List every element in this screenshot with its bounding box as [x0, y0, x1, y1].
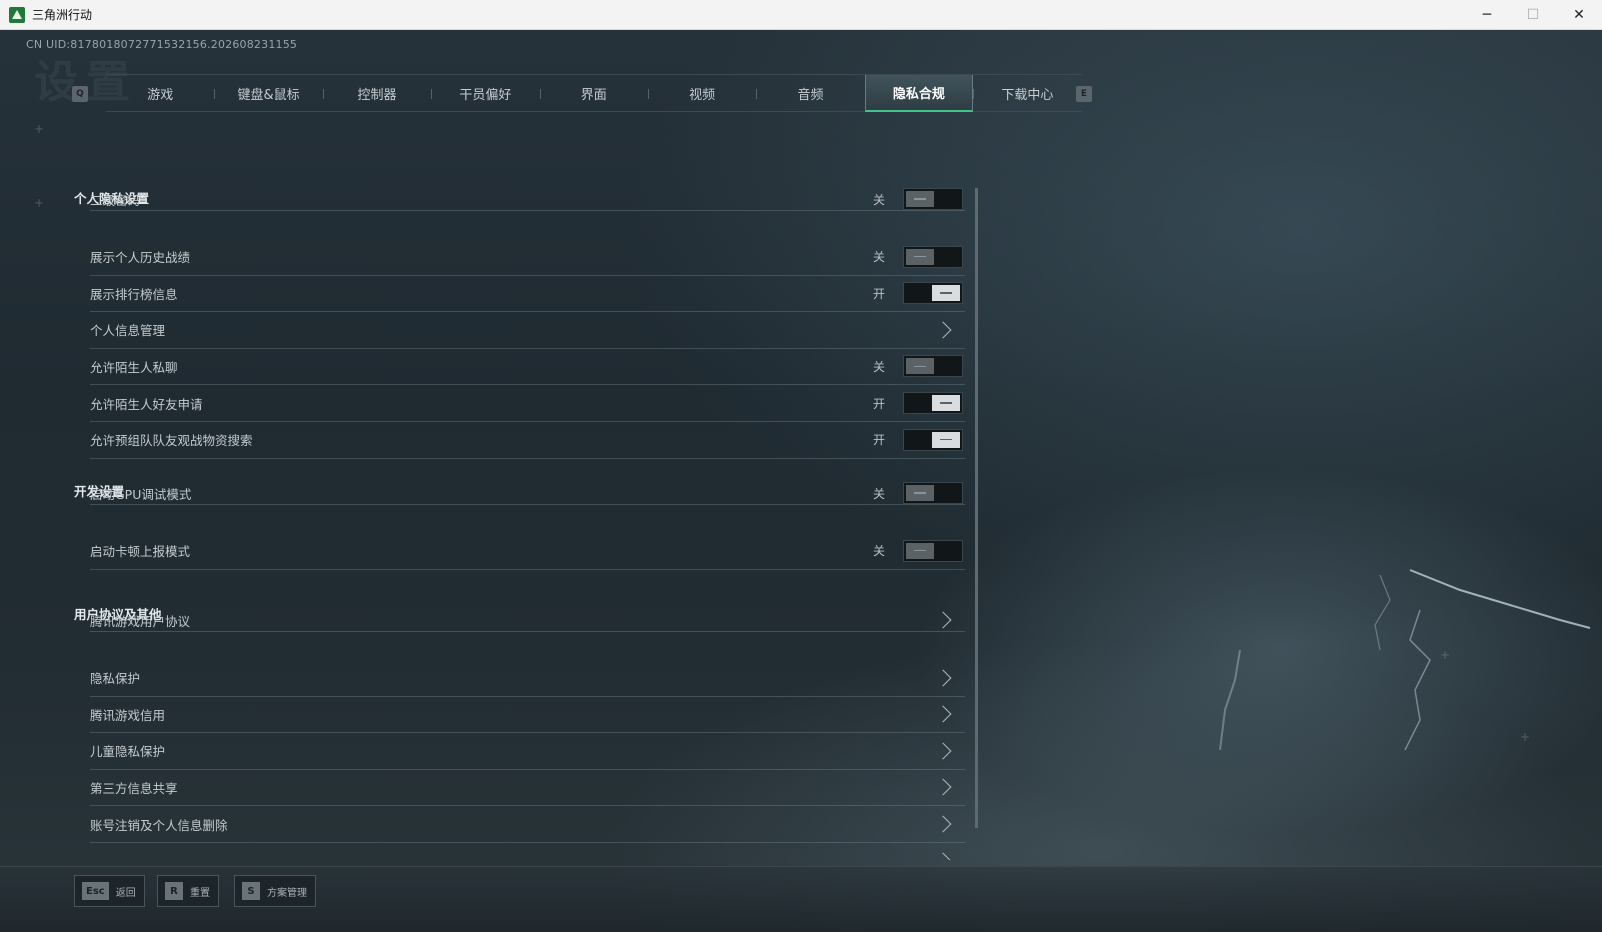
setting-row[interactable]: 腾讯游戏用户协议 [90, 609, 965, 632]
prev-tab-key[interactable]: Q [72, 86, 88, 102]
settings-panel: 个人隐私设置 二级密码关展示个人历史战绩关展示排行榜信息开个人信息管理 允许陌生人私… [70, 150, 966, 860]
close-button[interactable]: ✕ [1556, 0, 1602, 30]
minimize-button[interactable]: ─ [1464, 0, 1510, 30]
hint-key: Esc [82, 882, 109, 900]
window-controls: ─ ☐ ✕ [1464, 0, 1602, 30]
window-title: 三角洲行动 [32, 8, 93, 22]
setting-row: 展示排行榜信息 开 [90, 275, 965, 313]
toggle-knob [906, 191, 934, 207]
setting-label: 展示排行榜信息 [90, 286, 178, 302]
tab-0[interactable]: 游戏 [106, 75, 214, 112]
setting-label: 第三方信息共享 [90, 780, 178, 796]
bottom-hint-bar: Esc 返回 R 重置 S 方案管理 [0, 866, 1602, 932]
hint-reset-button[interactable]: R 重置 [157, 875, 219, 907]
maximize-button[interactable]: ☐ [1510, 0, 1556, 30]
toggle-state-label: 开 [872, 286, 885, 301]
tab-6[interactable]: 音频 [756, 75, 864, 112]
chevron-right-icon [934, 321, 952, 339]
setting-row: 二级密码 关 [90, 188, 965, 211]
setting-label: 启动GPU调试模式 [90, 486, 192, 502]
setting-label: 二级密码 [90, 192, 141, 208]
hint-preset-button[interactable]: S 方案管理 [234, 875, 316, 907]
setting-label: 启动卡顿上报模式 [90, 544, 191, 560]
toggle-knob [906, 542, 934, 559]
setting-label: 腾讯游戏信用 [90, 707, 166, 723]
tab-4[interactable]: 界面 [539, 75, 648, 112]
toggle-state-label: 开 [872, 433, 885, 448]
toggle-switch[interactable] [903, 355, 963, 378]
toggle-switch[interactable] [903, 392, 963, 414]
setting-label: 允许陌生人好友申请 [90, 396, 203, 412]
setting-row: 启动GPU调试模式 关 [90, 482, 965, 505]
setting-row[interactable]: 账号注销及个人信息删除 [90, 806, 965, 843]
next-tab-key[interactable]: E [1076, 86, 1092, 102]
toggle-knob [932, 431, 960, 448]
toggle-knob [932, 395, 960, 411]
hint-label: 方案管理 [267, 887, 307, 899]
toggle-state-label: 关 [872, 192, 885, 207]
hint-label: 重置 [190, 887, 210, 899]
chevron-right-icon [934, 669, 952, 687]
toggle-state-label: 关 [872, 486, 885, 501]
settings-tabbar: Q 游戏 键盘&鼠标 控制器 干员偏好 界面 视频 音频 隐私合规 下载中心 E [70, 74, 1120, 112]
toggle-knob [906, 485, 934, 501]
toggle-state-label: 开 [872, 396, 885, 411]
tab-1[interactable]: 键盘&鼠标 [214, 75, 322, 112]
setting-row: 展示个人历史战绩 关 [90, 239, 965, 276]
window-titlebar: 三角洲行动 ─ ☐ ✕ [0, 0, 1602, 30]
chevron-right-icon [934, 742, 952, 760]
setting-label: 个人信息管理 [90, 323, 166, 339]
hint-key: S [242, 882, 260, 900]
hint-label: 返回 [115, 887, 136, 899]
setting-label: 允许陌生人私聊 [90, 359, 178, 375]
setting-row[interactable] [90, 843, 965, 860]
chevron-right-icon [934, 611, 952, 629]
chevron-right-icon [934, 815, 952, 833]
tab-list: 游戏 键盘&鼠标 控制器 干员偏好 界面 视频 音频 隐私合规 下载中心 [106, 74, 1082, 112]
setting-label: 允许预组队队友观战物资搜索 [90, 433, 253, 449]
tab-3[interactable]: 干员偏好 [431, 75, 539, 112]
tab-7[interactable]: 隐私合规 [864, 75, 974, 112]
toggle-switch[interactable] [903, 482, 963, 504]
toggle-switch[interactable] [903, 245, 963, 268]
app-logo-icon [9, 6, 25, 23]
tab-8[interactable]: 下载中心 [973, 75, 1081, 112]
toggle-state-label: 关 [872, 544, 885, 559]
toggle-knob [932, 285, 960, 302]
toggle-switch[interactable] [903, 282, 963, 305]
setting-label: 账号注销及个人信息删除 [90, 817, 228, 833]
setting-row: 启动卡顿上报模式 关 [90, 533, 965, 570]
hint-back-button[interactable]: Esc 返回 [74, 875, 145, 907]
toggle-knob [906, 248, 934, 265]
setting-row: 允许陌生人私聊 关 [90, 348, 965, 386]
setting-row[interactable]: 腾讯游戏信用 [90, 696, 965, 734]
toggle-switch[interactable] [903, 539, 963, 562]
crosshair-mark: + [34, 122, 45, 136]
toggle-state-label: 关 [872, 250, 885, 265]
tab-5[interactable]: 视频 [647, 75, 756, 112]
setting-row[interactable]: 第三方信息共享 [90, 769, 965, 807]
scrollbar[interactable] [975, 188, 978, 828]
toggle-switch[interactable] [903, 188, 963, 210]
toggle-knob [906, 358, 934, 375]
setting-row[interactable]: 儿童隐私保护 [90, 733, 965, 770]
chevron-right-icon [934, 778, 952, 796]
hint-key: R [165, 882, 183, 900]
toggle-state-label: 关 [872, 359, 885, 374]
setting-label: 儿童隐私保护 [90, 744, 166, 760]
chevron-right-icon [934, 852, 952, 860]
lightning-bolt [1219, 569, 1591, 751]
chevron-right-icon [934, 705, 952, 723]
game-viewport: CN UID:8178018072771532156.202608231155 … [0, 30, 1602, 932]
setting-label: 隐私保护 [90, 671, 141, 687]
setting-label: 腾讯游戏用户协议 [90, 613, 191, 629]
setting-row[interactable]: 隐私保护 [90, 660, 965, 697]
setting-row: 允许预组队队友观战物资搜索 开 [90, 422, 965, 459]
setting-label: 展示个人历史战绩 [90, 250, 191, 266]
tab-2[interactable]: 控制器 [322, 75, 431, 112]
setting-row[interactable]: 个人信息管理 [90, 312, 965, 349]
crosshair-mark: + [34, 196, 45, 210]
toggle-switch[interactable] [903, 428, 963, 451]
setting-row: 允许陌生人好友申请 开 [90, 385, 965, 422]
